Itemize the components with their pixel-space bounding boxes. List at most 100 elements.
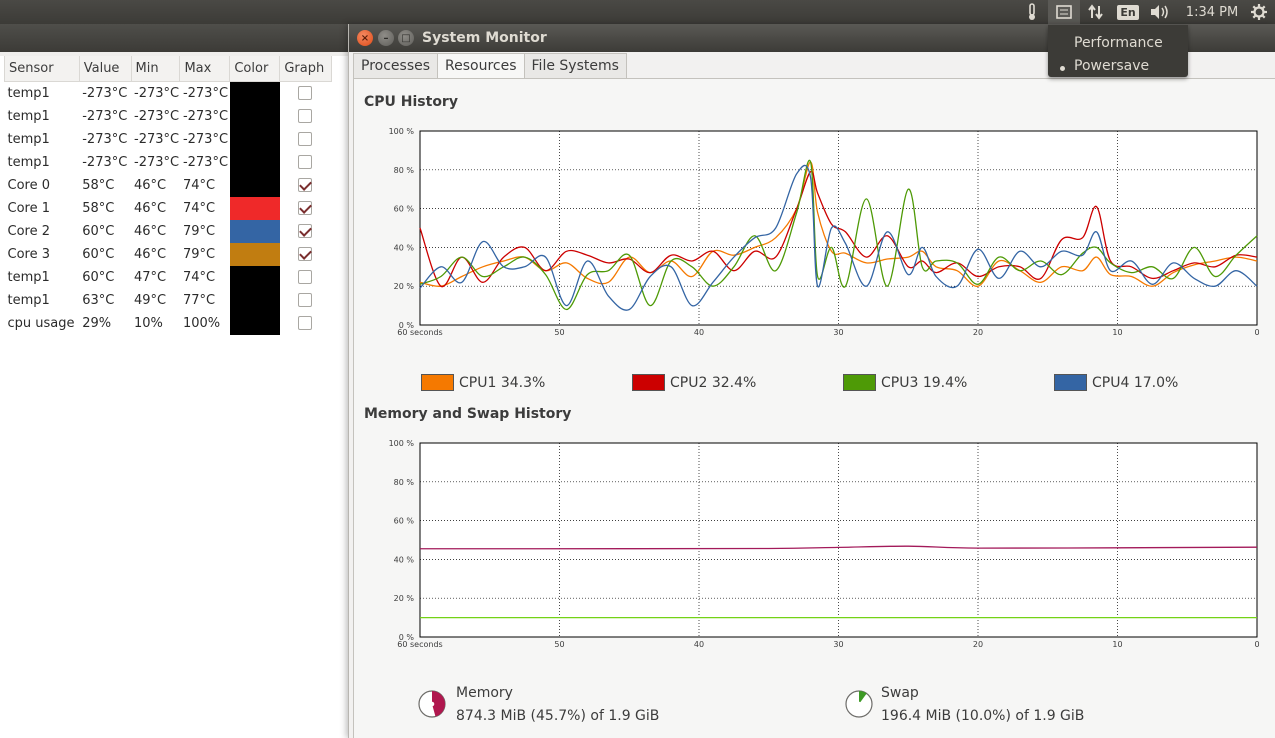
graph-checkbox[interactable] [297,270,312,284]
table-row[interactable]: temp1 -273°C -273°C -273°C [5,104,332,128]
y-tick-label: 100 % [389,127,415,136]
tab-resources[interactable]: Resources [437,53,525,79]
color-swatch[interactable] [229,81,280,105]
table-row[interactable]: temp1 -273°C -273°C -273°C [5,81,332,105]
legend-label: CPU1 34.3% [459,374,546,391]
column-header-sensor[interactable]: Sensor [4,56,80,82]
graph-checkbox[interactable] [297,109,312,123]
table-row[interactable]: Core 0 58°C 46°C 74°C [5,173,332,197]
y-tick-label: 40 % [394,243,415,252]
network-icon[interactable] [1084,0,1108,24]
graph-cell [280,105,332,128]
color-swatch[interactable] [229,311,280,335]
max-cell: -273°C [182,154,229,170]
x-tick-label: 40 [694,328,704,337]
graph-checkbox[interactable] [297,201,312,215]
max-cell: -273°C [182,131,229,147]
graph-checkbox[interactable] [297,86,312,100]
table-row[interactable]: cpu usage 29% 10% 100% [5,311,332,335]
value-cell: 60°C [82,246,115,262]
x-tick-label: 0 [1254,640,1259,649]
x-tick-label: 40 [694,640,704,649]
value-cell: -273°C [82,154,128,170]
legend-item-cpu4: CPU4 17.0% [1054,374,1178,391]
legend-color-button[interactable] [843,374,876,391]
value-cell: 29% [82,315,112,331]
sensor-name-cell: Core 0 [7,177,51,193]
legend-item-cpu2: CPU2 32.4% [632,374,756,391]
color-cell [229,219,280,243]
swap-pie-icon [845,690,873,718]
graph-checkbox[interactable] [297,293,312,307]
clock[interactable]: 1:34 PM [1186,5,1238,20]
max-cell: 74°C [182,269,216,285]
color-swatch[interactable] [229,173,280,197]
column-header-max[interactable]: Max [179,56,231,82]
graph-checkbox[interactable] [297,132,312,146]
legend-color-button[interactable] [421,374,454,391]
min-cell: 10% [134,315,163,331]
menu-item-performance[interactable]: Performance [1074,35,1163,51]
graph-cell [280,128,332,151]
volume-icon[interactable] [1146,0,1174,24]
graph-checkbox[interactable] [297,247,312,261]
gear-icon[interactable] [1248,0,1270,24]
graph-checkbox[interactable] [297,178,312,192]
value-cell: -273°C [82,131,128,147]
legend-color-button[interactable] [1054,374,1087,391]
tab-file-systems[interactable]: File Systems [523,53,627,78]
column-header-graph[interactable]: Graph [279,56,332,82]
table-row[interactable]: temp1 60°C 47°C 74°C [5,265,332,289]
sensor-name-cell: Core 2 [7,223,51,239]
keyboard-language-icon[interactable]: En [1116,0,1140,24]
column-header-min[interactable]: Min [130,56,181,82]
x-tick-label: 10 [1112,640,1122,649]
legend-color-button[interactable] [632,374,665,391]
table-row[interactable]: Core 3 60°C 46°C 79°C [5,242,332,266]
color-swatch[interactable] [229,196,280,220]
cpu-frequency-icon[interactable] [1048,0,1080,24]
sensor-name-cell: Core 1 [7,200,51,216]
color-swatch[interactable] [229,265,280,289]
sensor-name-cell: temp1 [7,154,50,170]
sensor-name-cell: temp1 [7,292,50,308]
graph-checkbox[interactable] [297,224,312,238]
table-row[interactable]: temp1 -273°C -273°C -273°C [5,150,332,174]
value-cell: 63°C [82,292,115,308]
max-cell: 74°C [182,200,216,216]
tab-processes[interactable]: Processes [353,53,439,78]
close-icon[interactable]: × [357,30,373,46]
graph-checkbox[interactable] [297,316,312,330]
memory-swap-history-title: Memory and Swap History [364,406,572,422]
column-header-color[interactable]: Color [229,56,281,82]
color-cell [229,81,280,105]
pie-center-dot [429,701,435,707]
cpu-history-title: CPU History [364,94,458,110]
window-title: System Monitor [422,30,547,46]
max-cell: 77°C [182,292,216,308]
minimize-icon[interactable]: – [378,30,394,46]
value-cell: 60°C [82,223,115,239]
color-swatch[interactable] [229,150,280,174]
color-swatch[interactable] [229,219,280,243]
min-cell: 46°C [134,200,167,216]
table-row[interactable]: temp1 63°C 49°C 77°C [5,288,332,312]
graph-cell [280,174,332,197]
graph-checkbox[interactable] [297,155,312,169]
column-header-value[interactable]: Value [78,56,132,82]
value-cell: -273°C [82,108,128,124]
table-row[interactable]: Core 2 60°C 46°C 79°C [5,219,332,243]
color-swatch[interactable] [229,104,280,128]
menu-item-powersave[interactable]: Powersave [1074,58,1149,74]
color-swatch[interactable] [229,288,280,312]
color-swatch[interactable] [229,242,280,266]
maximize-icon[interactable]: □ [398,30,414,46]
table-row[interactable]: Core 1 58°C 46°C 74°C [5,196,332,220]
table-row[interactable]: temp1 -273°C -273°C -273°C [5,127,332,151]
thermometer-icon[interactable] [1022,0,1042,24]
sensor-table: Sensor Value Min Max Color Graph temp1 -2… [4,56,332,335]
color-cell [229,104,280,128]
color-cell [229,127,280,151]
color-swatch[interactable] [229,127,280,151]
memory-detail: 874.3 MiB (45.7%) of 1.9 GiB [456,708,660,724]
